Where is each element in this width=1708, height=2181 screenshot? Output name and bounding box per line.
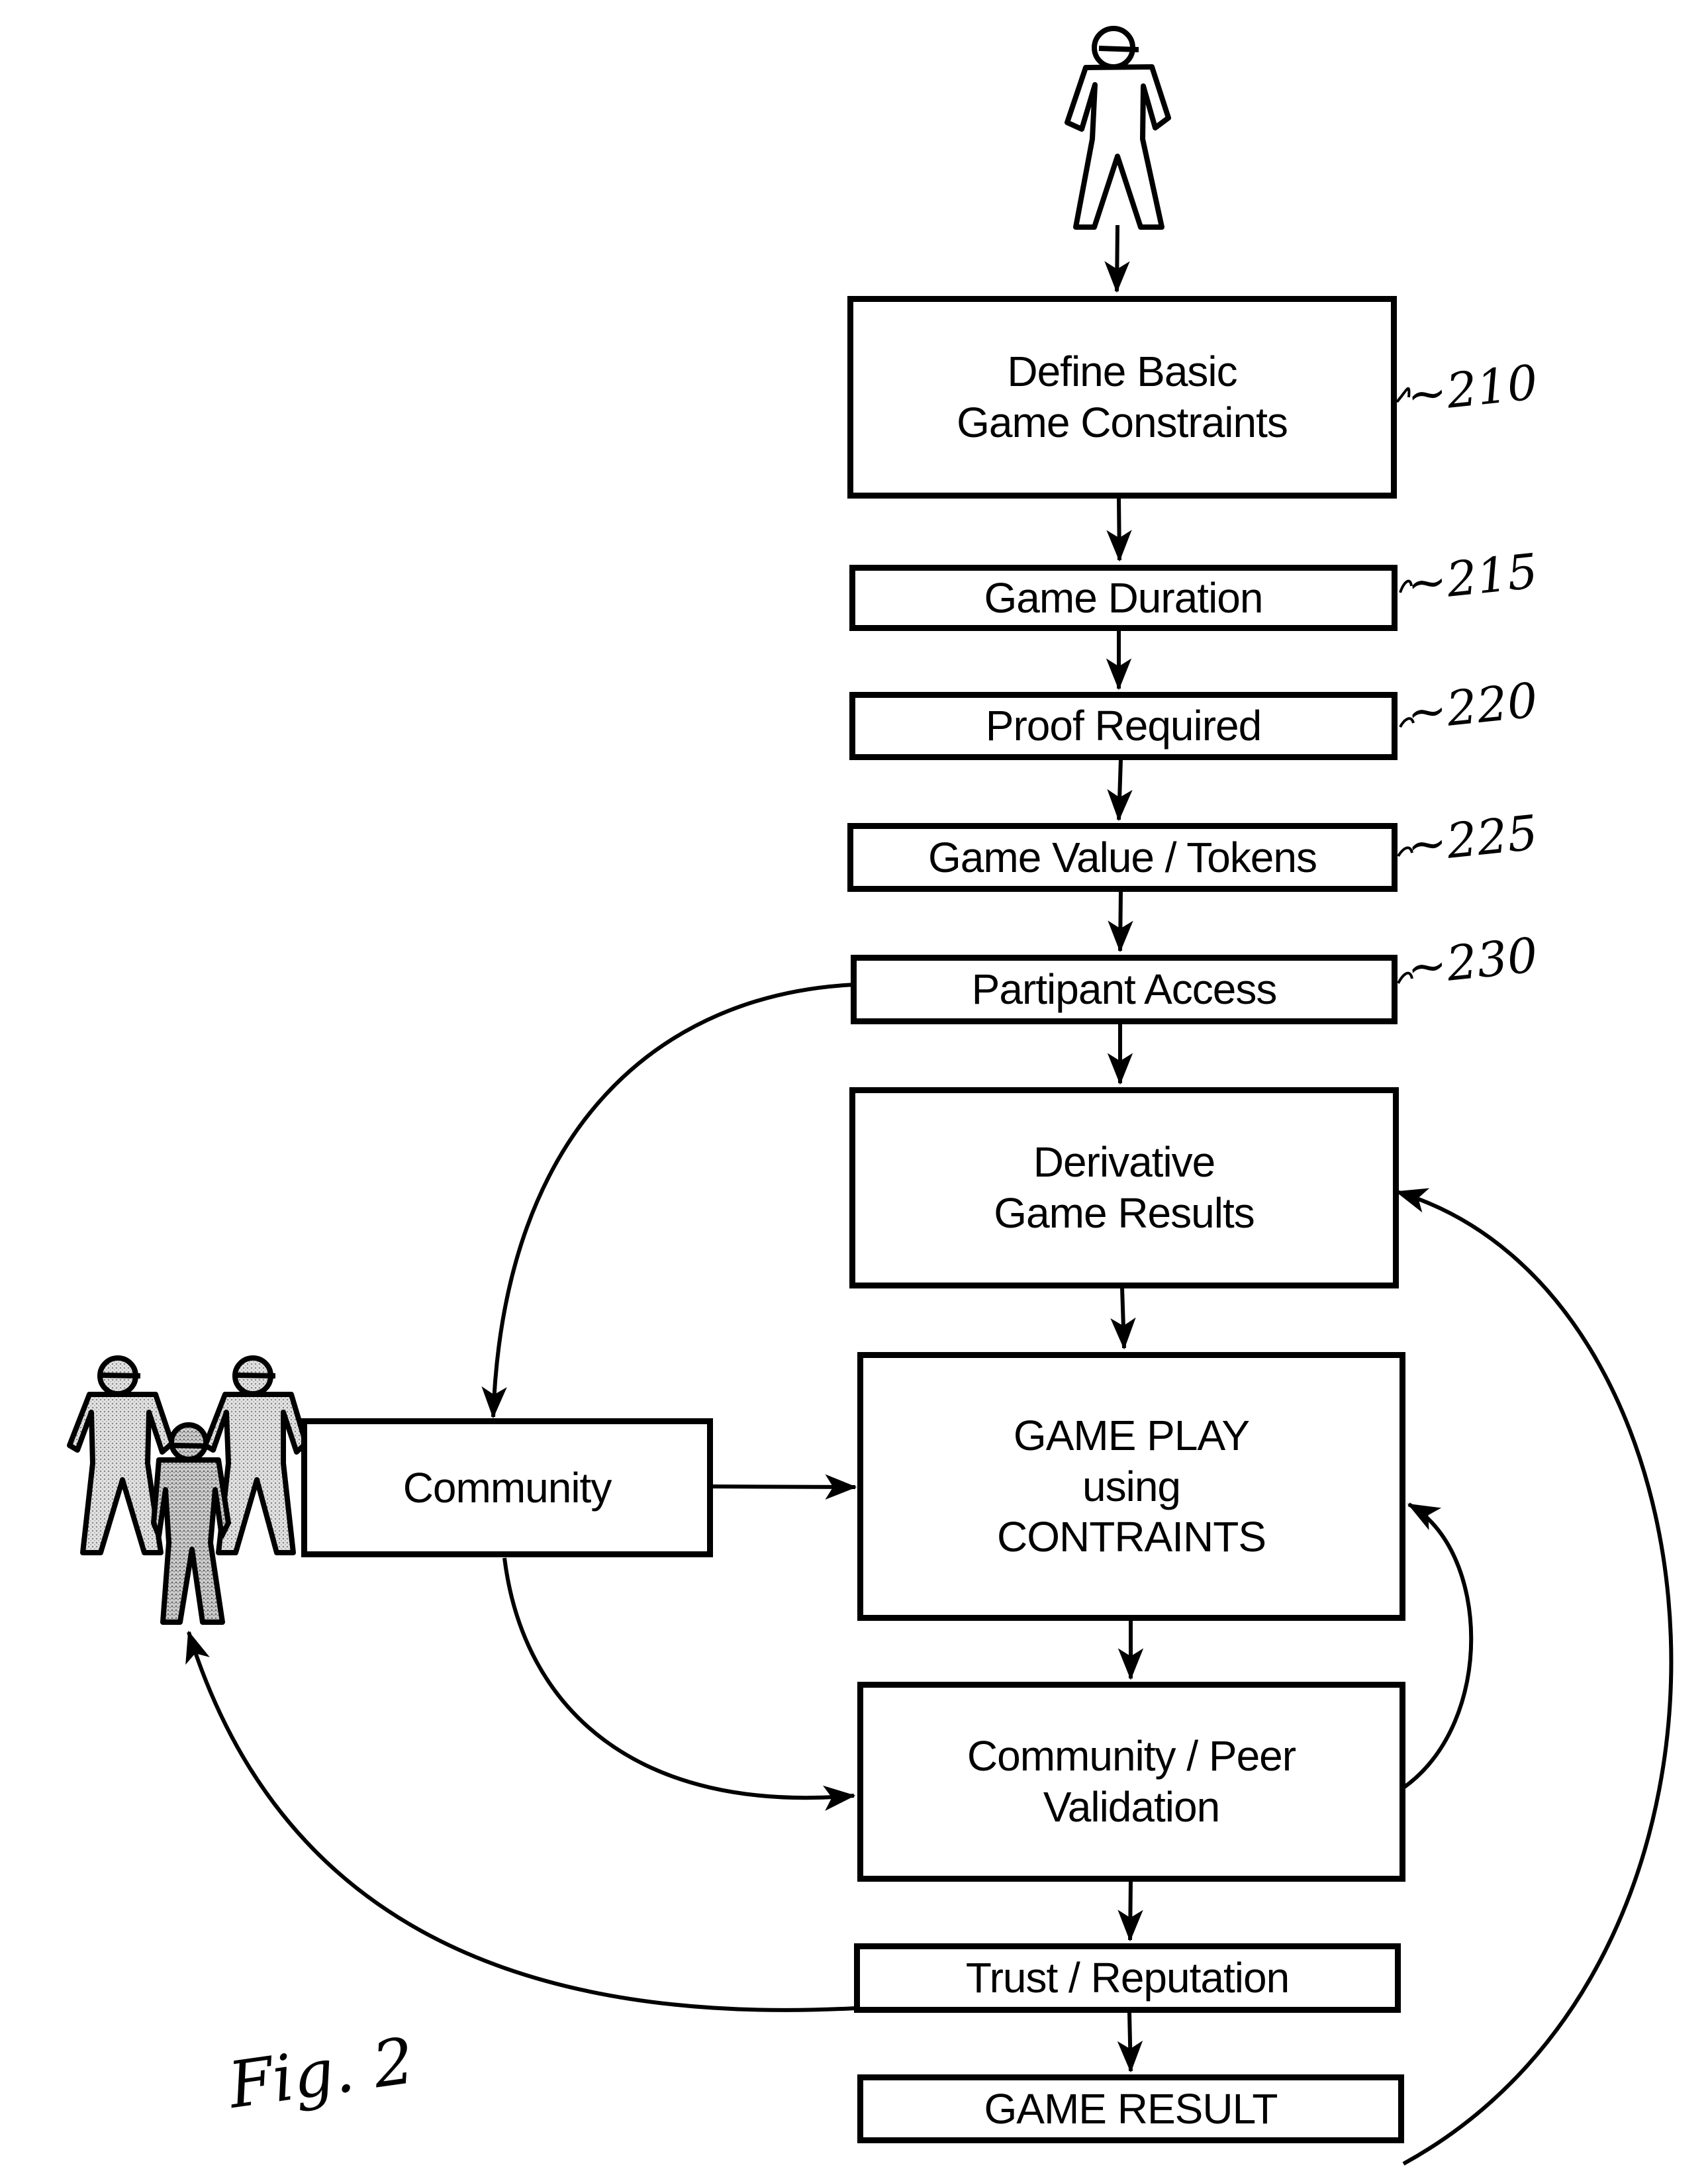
- arrow-community-to-validation: [502, 1557, 856, 1811]
- arrow-proof-to-value: [1107, 759, 1133, 822]
- step-game-play: GAME PLAY using CONTRAINTS: [857, 1352, 1405, 1621]
- arrow-validation-to-trust: [1117, 1880, 1143, 1942]
- step-community: Community: [301, 1418, 713, 1557]
- step-proof-required: Proof Required: [849, 692, 1398, 760]
- person-icon: [1065, 26, 1171, 230]
- arrow-community-to-gameplay: [711, 1474, 857, 1500]
- step-trust-reputation: Trust / Reputation: [854, 1943, 1401, 2013]
- step-define-basic-constraints: Define Basic Game Constraints: [847, 296, 1397, 499]
- step-game-result: GAME RESULT: [857, 2074, 1404, 2143]
- arrow-value-to-access: [1108, 891, 1133, 953]
- step-participant-access: Partipant Access: [851, 955, 1398, 1024]
- step-peer-validation: Community / Peer Validation: [857, 1682, 1405, 1882]
- group-person-child: [151, 1422, 231, 1625]
- group-icon: [67, 1355, 308, 1625]
- step-derivative-game-results: Derivative Game Results: [849, 1087, 1399, 1288]
- arrow-trust-to-result: [1117, 2012, 1143, 2073]
- arrow-result-to-derivative: [1395, 1188, 1674, 2166]
- arrow-derivative-to-gameplay: [1110, 1287, 1136, 1350]
- arrow-access-to-community: [481, 983, 857, 1419]
- arrow-trust-to-community-group: [185, 1630, 857, 2012]
- arrow-validation-to-gameplay: [1402, 1502, 1474, 1790]
- step-game-duration: Game Duration: [849, 565, 1398, 631]
- step-game-value-tokens: Game Value / Tokens: [847, 823, 1398, 892]
